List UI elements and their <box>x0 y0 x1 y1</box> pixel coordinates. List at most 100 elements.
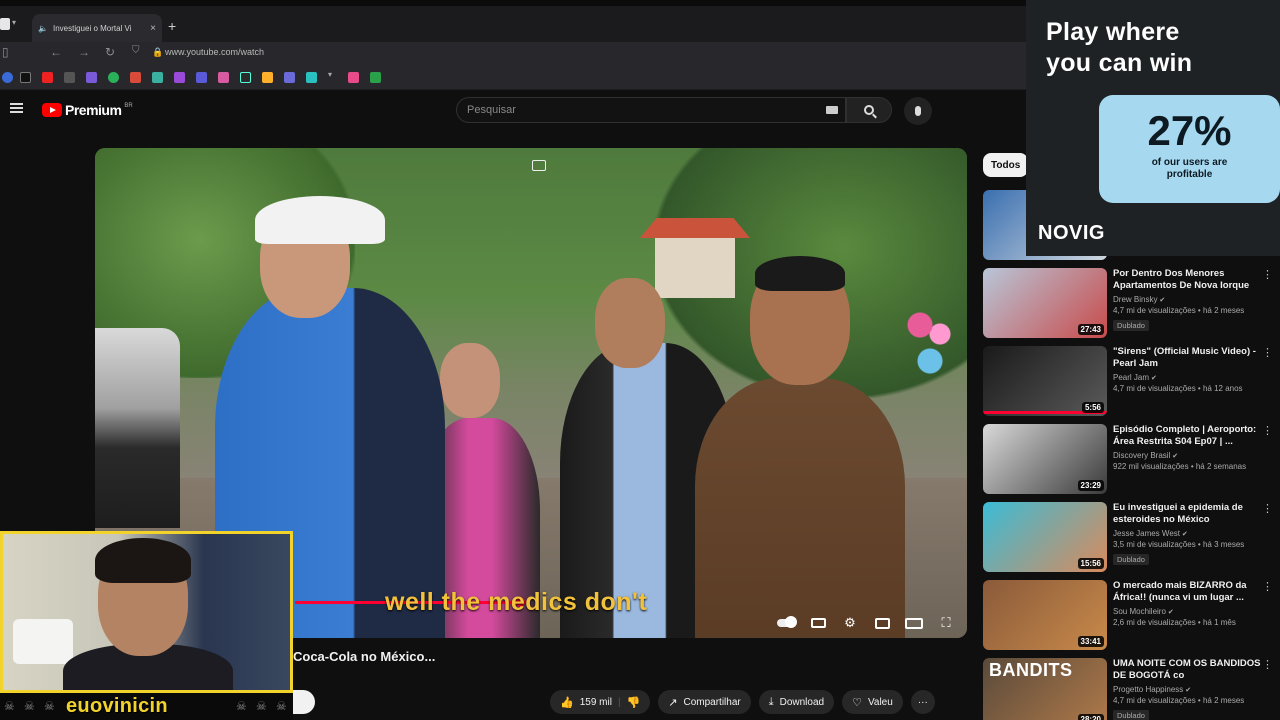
video-title-link[interactable]: O mercado mais BIZARRO da África!! (nunc… <box>1113 580 1263 604</box>
verified-icon: ✔ <box>1165 609 1174 616</box>
more-vert-icon[interactable]: ⋮ <box>1262 580 1273 593</box>
video-info: Episódio Completo | Aeroporto: Área Rest… <box>1113 424 1263 471</box>
heart-dollar-icon: ♡ <box>852 696 862 709</box>
search-input[interactable]: Pesquisar <box>456 97 846 123</box>
video-duration: 23:29 <box>1077 480 1104 491</box>
keyboard-icon[interactable] <box>826 106 838 114</box>
video-meta: 3,5 mi de visualizações • há 3 meses <box>1113 540 1245 549</box>
channel-name[interactable]: Discovery Brasil ✔ <box>1113 451 1263 460</box>
bookmark-icon[interactable] <box>218 72 229 83</box>
autoplay-toggle[interactable] <box>777 616 797 630</box>
browser-menu-icon[interactable] <box>0 18 10 30</box>
youtube-icon[interactable] <box>42 72 53 83</box>
video-thumbnail[interactable]: 15:56 <box>983 502 1107 572</box>
channel-name-text: Sou Mochileiro <box>1113 607 1166 616</box>
video-title-link[interactable]: Eu investiguei a epidemia de esteroides … <box>1113 502 1263 526</box>
chevron-down-icon[interactable]: ▾ <box>12 18 16 27</box>
channel-name[interactable]: Progetto Happiness ✔ <box>1113 685 1263 694</box>
browser-tab-active[interactable]: 🔈 Investiguei o Mortal Vi × <box>32 14 162 42</box>
bookmark-icon[interactable] <box>348 72 359 83</box>
bookmark-icon[interactable] <box>196 72 207 83</box>
more-actions-button[interactable]: ··· <box>910 690 935 714</box>
bookmark-icon[interactable] <box>240 72 251 83</box>
more-vert-icon[interactable]: ⋮ <box>1262 346 1273 359</box>
chevron-down-icon[interactable]: ▾ <box>328 70 339 81</box>
thumbs-down-icon[interactable]: 👎 <box>627 696 641 709</box>
search-button[interactable] <box>846 97 892 123</box>
bookmark-icon[interactable] <box>108 72 119 83</box>
video-meta: 4,7 mi de visualizações • há 2 meses <box>1113 696 1245 705</box>
video-thumbnail[interactable]: BANDITS 28:20 <box>983 658 1107 720</box>
theater-mode-icon[interactable] <box>905 616 923 630</box>
skull-icon: ☠ <box>4 699 15 713</box>
video-meta: 2,6 mi de visualizações • há 1 mês <box>1113 618 1236 627</box>
filter-chip-all[interactable]: Todos <box>983 153 1029 177</box>
bookmark-icon[interactable] <box>262 72 273 83</box>
channel-name[interactable]: Jesse James West ✔ <box>1113 529 1263 538</box>
video-thumbnail[interactable]: 27:43 <box>983 268 1107 338</box>
video-title-link[interactable]: Por Dentro Dos Menores Apartamentos De N… <box>1113 268 1263 292</box>
list-item[interactable]: 15:56 Eu investiguei a epidemia de estero… <box>983 502 1273 574</box>
bookmark-icon[interactable] <box>64 72 75 83</box>
miniplayer-icon[interactable] <box>532 160 546 171</box>
close-tab-icon[interactable]: × <box>150 23 156 34</box>
video-thumbnail[interactable]: 33:41 <box>983 580 1107 650</box>
video-duration: 28:20 <box>1077 714 1104 720</box>
miniplayer-button-icon[interactable] <box>873 616 891 630</box>
more-vert-icon[interactable]: ⋮ <box>1262 424 1273 437</box>
list-item[interactable]: 33:41 O mercado mais BIZARRO da África!! … <box>983 580 1273 652</box>
channel-name-text: Pearl Jam <box>1113 373 1150 382</box>
ad-stat-card: 27% of our users are profitable <box>1099 95 1280 203</box>
download-button[interactable]: ⤓ Download <box>758 690 835 714</box>
list-item[interactable]: 5:56 "Sirens" (Official Music Video) - Pe… <box>983 346 1273 418</box>
youtube-logo[interactable]: Premium BR <box>42 102 133 118</box>
video-thumbnail[interactable]: 5:56 <box>983 346 1107 416</box>
skull-icon: ☠ <box>256 699 267 713</box>
more-vert-icon[interactable]: ⋮ <box>1262 268 1273 281</box>
list-item[interactable]: 23:29 Episódio Completo | Aeroporto: Área… <box>983 424 1273 496</box>
video-thumbnail[interactable]: 23:29 <box>983 424 1107 494</box>
thanks-button[interactable]: ♡ Valeu <box>842 690 903 714</box>
logo-text: Premium <box>65 102 122 118</box>
more-vert-icon[interactable]: ⋮ <box>1262 502 1273 515</box>
list-item[interactable]: 27:43 Por Dentro Dos Menores Apartamentos… <box>983 268 1273 340</box>
new-tab-button[interactable]: + <box>168 18 176 34</box>
channel-name-text: Progetto Happiness <box>1113 685 1184 694</box>
channel-name[interactable]: Drew Binsky ✔ <box>1113 295 1263 304</box>
bookmark-icon[interactable] <box>370 72 381 83</box>
video-duration: 5:56 <box>1081 402 1104 413</box>
subtitles-icon[interactable] <box>809 616 827 630</box>
voice-search-button[interactable] <box>904 97 932 125</box>
lock-icon[interactable]: 🔒 <box>152 47 163 58</box>
menu-icon[interactable] <box>10 103 23 113</box>
bookmark-icon[interactable] <box>86 72 97 83</box>
like-button[interactable]: 👍 159 mil | 👎 <box>550 690 651 714</box>
subscribe-button[interactable] <box>293 690 315 714</box>
list-item[interactable]: BANDITS 28:20 UMA NOITE COM OS BANDIDOS DE… <box>983 658 1273 720</box>
video-title-link[interactable]: "Sirens" (Official Music Video) - Pearl … <box>1113 346 1263 370</box>
bookmark-icon[interactable] <box>130 72 141 83</box>
bookmark-icon[interactable] <box>152 72 163 83</box>
bookmark-icon[interactable] <box>174 72 185 83</box>
bookmark-icon[interactable] <box>2 72 13 83</box>
fullscreen-icon[interactable]: ⛶ <box>937 615 955 630</box>
video-title-link[interactable]: UMA NOITE COM OS BANDIDOS DE BOGOTÁ co <box>1113 658 1263 682</box>
browser-tab-bar: ▾ 🔈 Investiguei o Mortal Vi × + <box>0 0 1030 42</box>
settings-gear-icon[interactable]: ⚙ <box>841 615 859 630</box>
x-icon[interactable] <box>20 72 31 83</box>
sidebar-toggle-icon[interactable]: ▯ <box>2 45 9 59</box>
shield-icon[interactable]: ⛉ <box>132 45 140 56</box>
video-title-link[interactable]: Episódio Completo | Aeroporto: Área Rest… <box>1113 424 1263 448</box>
reload-icon[interactable]: ↻ <box>105 45 115 59</box>
share-button[interactable]: ↗ Compartilhar <box>658 690 751 714</box>
forward-icon[interactable]: → <box>78 45 90 59</box>
bookmark-icon[interactable] <box>306 72 317 83</box>
channel-name[interactable]: Sou Mochileiro ✔ <box>1113 607 1263 616</box>
video-info: Eu investiguei a epidemia de esteroides … <box>1113 502 1263 567</box>
ad-overlay[interactable]: Play where you can win 27% of our users … <box>1026 0 1280 256</box>
channel-name[interactable]: Pearl Jam ✔ <box>1113 373 1263 382</box>
url-field[interactable]: www.youtube.com/watch <box>165 47 264 57</box>
bookmark-icon[interactable] <box>284 72 295 83</box>
back-icon[interactable]: ← <box>50 45 62 59</box>
more-vert-icon[interactable]: ⋮ <box>1262 658 1273 671</box>
